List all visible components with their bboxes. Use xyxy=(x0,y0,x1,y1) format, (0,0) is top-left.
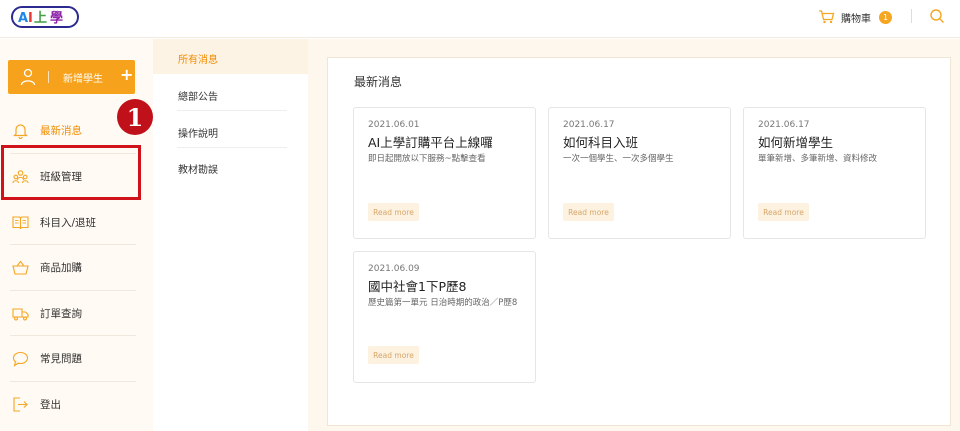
news-description: 即日起開放以下服務~點擊查看 xyxy=(368,154,486,164)
read-more-button[interactable]: Read more xyxy=(758,203,809,221)
news-card[interactable]: 2021.06.01 AI上學訂購平台上線囉 即日起開放以下服務~點擊查看 Re… xyxy=(353,107,536,239)
news-date: 2021.06.17 xyxy=(758,120,810,130)
news-title: 國中社會1下P歷8 xyxy=(368,279,467,294)
svg-text:上: 上 xyxy=(34,11,47,26)
search-button[interactable] xyxy=(929,8,945,24)
news-description: 單筆新增、多筆新增、資料修改 xyxy=(758,154,878,164)
submenu-item-label: 總部公告 xyxy=(178,92,218,103)
book-icon xyxy=(12,216,29,230)
news-card[interactable]: 2021.06.17 如何新增學生 單筆新增、多筆新增、資料修改 Read mo… xyxy=(743,107,926,239)
news-title: AI上學訂購平台上線囉 xyxy=(368,135,493,150)
submenu-item-label: 教材勘誤 xyxy=(178,165,218,176)
sidebar-item-order-query[interactable]: 訂單查詢 xyxy=(0,291,136,336)
sidebar-item-label: 常見問題 xyxy=(40,353,82,365)
add-student-divider xyxy=(48,71,49,83)
plus-icon: + xyxy=(120,65,134,84)
news-date: 2021.06.17 xyxy=(563,120,615,130)
read-more-button[interactable]: Read more xyxy=(368,346,419,364)
page-title: 最新消息 xyxy=(354,75,403,89)
sidebar-item-logout[interactable]: 登出 xyxy=(0,382,136,427)
submenu: 所有消息 總部公告 操作說明 教材勘誤 xyxy=(153,39,308,431)
read-more-button[interactable]: Read more xyxy=(563,203,614,221)
news-title: 如何新增學生 xyxy=(758,135,834,150)
submenu-item-instructions[interactable]: 操作說明 xyxy=(153,113,308,148)
submenu-item-hq-announcements[interactable]: 總部公告 xyxy=(153,76,308,111)
news-card[interactable]: 2021.06.09 國中社會1下P歷8 歷史篇第一單元 日治時期的政治／P歷8… xyxy=(353,251,536,383)
search-icon xyxy=(930,9,944,23)
person-icon xyxy=(20,68,36,86)
submenu-divider xyxy=(177,147,287,148)
basket-icon xyxy=(12,260,29,275)
svg-text:A: A xyxy=(18,11,28,26)
submenu-divider xyxy=(177,110,287,111)
sidebar-item-faq[interactable]: 常見問題 xyxy=(0,336,136,381)
read-more-button[interactable]: Read more xyxy=(368,203,419,221)
top-header: A I 上 學 購物車 1 xyxy=(0,0,960,38)
add-student-label: 新增學生 xyxy=(63,74,103,85)
cart-label: 購物車 xyxy=(841,13,871,25)
annotation-number-marker: 1 xyxy=(117,99,153,135)
news-title: 如何科目入班 xyxy=(563,135,639,150)
cart-count-badge: 1 xyxy=(879,10,892,24)
chat-bubble-icon xyxy=(12,351,29,367)
news-description: 一次一個學生、一次多個學生 xyxy=(563,154,674,164)
sidebar: 新增學生 + 最新消息 班級管理 科目入/退班 商品加購 訂單查詢 常見問題 登… xyxy=(0,39,153,431)
logout-icon xyxy=(13,397,28,412)
svg-text:I: I xyxy=(28,11,33,26)
bell-icon xyxy=(13,124,28,139)
news-date: 2021.06.01 xyxy=(368,120,420,130)
news-date: 2021.06.09 xyxy=(368,264,420,274)
highlight-box xyxy=(1,145,141,200)
truck-icon xyxy=(12,308,29,321)
news-card[interactable]: 2021.06.17 如何科目入班 一次一個學生、一次多個學生 Read mor… xyxy=(548,107,731,239)
sidebar-item-label: 訂單查詢 xyxy=(40,308,82,320)
submenu-item-all-news[interactable]: 所有消息 xyxy=(153,39,308,74)
cart-button[interactable]: 購物車 1 xyxy=(818,9,892,25)
svg-text:學: 學 xyxy=(50,10,63,26)
sidebar-item-subject-enroll[interactable]: 科目入/退班 xyxy=(0,200,136,245)
sidebar-item-label: 科目入/退班 xyxy=(40,217,97,229)
news-description: 歷史篇第一單元 日治時期的政治／P歷8 xyxy=(368,298,518,308)
sidebar-item-add-products[interactable]: 商品加購 xyxy=(0,245,136,290)
sidebar-item-label: 商品加購 xyxy=(40,262,82,274)
add-student-button[interactable]: 新增學生 + xyxy=(8,60,135,94)
header-divider xyxy=(911,9,912,23)
logo[interactable]: A I 上 學 xyxy=(10,5,80,29)
submenu-item-label: 所有消息 xyxy=(178,55,218,66)
sidebar-item-label: 最新消息 xyxy=(40,125,82,137)
submenu-item-label: 操作說明 xyxy=(178,129,218,140)
submenu-item-errata[interactable]: 教材勘誤 xyxy=(153,149,308,184)
cart-icon xyxy=(819,10,835,24)
sidebar-item-label: 登出 xyxy=(40,399,61,411)
